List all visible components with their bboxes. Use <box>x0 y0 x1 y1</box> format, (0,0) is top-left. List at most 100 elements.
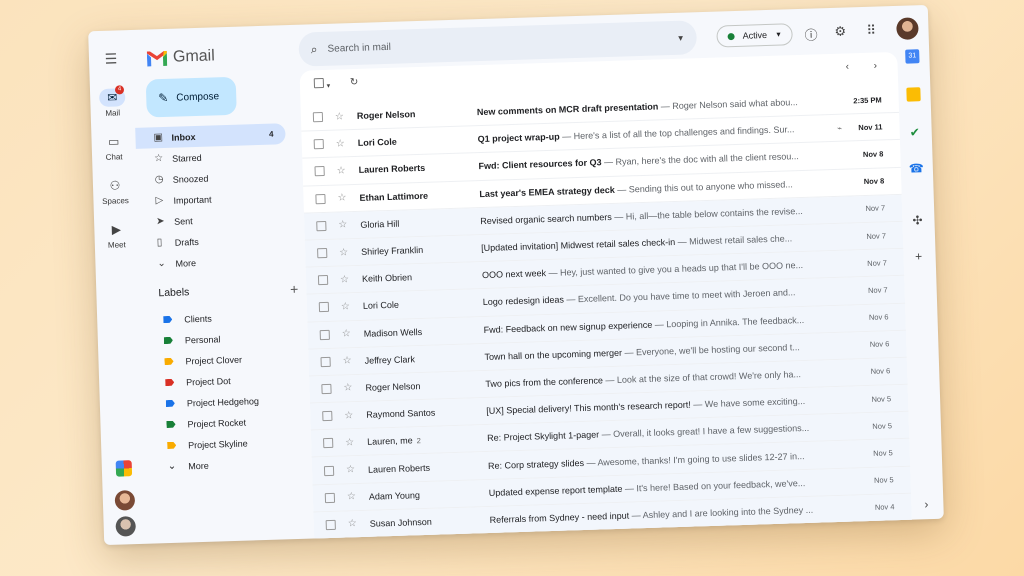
row-checkbox[interactable] <box>312 112 324 123</box>
email-sender: Susan Johnson <box>369 516 432 529</box>
star-icon[interactable]: ☆ <box>343 383 355 394</box>
star-icon[interactable]: ☆ <box>336 165 348 176</box>
gmail-logo-icon <box>146 50 168 66</box>
rail-mail[interactable]: ✉ 4 Mail <box>90 85 135 118</box>
row-checkbox[interactable] <box>324 492 336 503</box>
row-checkbox[interactable] <box>317 247 328 259</box>
email-date: Nov 6 <box>868 312 889 323</box>
email-content: OOO next week — Hey, just wanted to give… <box>482 259 837 280</box>
email-subject: OOO next week <box>481 268 547 281</box>
row-checkbox[interactable] <box>317 275 329 286</box>
email-snippet: — Everyone, we'll be hosting our second … <box>621 341 800 358</box>
puzzle-icon[interactable]: ✣ <box>910 213 924 227</box>
row-checkbox[interactable] <box>318 302 330 313</box>
refresh-icon[interactable]: ↻ <box>350 77 359 88</box>
star-icon[interactable]: ☆ <box>345 437 357 448</box>
gmail-logo[interactable]: Gmail <box>146 45 215 69</box>
calendar-icon[interactable]: 31 <box>905 49 920 64</box>
email-sender: Shirley Franklin <box>361 244 424 257</box>
star-icon[interactable]: ☆ <box>341 301 353 312</box>
email-subject: Fwd: Feedback on new signup experience <box>483 319 653 335</box>
add-label-icon[interactable]: + <box>290 281 299 297</box>
row-checkbox[interactable] <box>323 438 334 449</box>
rail-meet-label: Meet <box>107 240 126 250</box>
label-name: Project Dot <box>186 375 231 387</box>
select-all-checkbox[interactable]: ▾ <box>313 77 331 92</box>
expand-panel-icon[interactable]: › <box>919 497 933 511</box>
status-selector[interactable]: Active ▼ <box>716 23 793 48</box>
contact-avatar-2[interactable] <box>115 516 137 537</box>
row-checkbox[interactable] <box>314 166 325 177</box>
email-date: Nov 8 <box>862 149 884 160</box>
star-icon[interactable]: ☆ <box>348 518 360 530</box>
row-checkbox[interactable] <box>321 383 332 395</box>
search-input[interactable]: Search in mail <box>327 41 391 54</box>
prev-page-icon[interactable]: ‹ <box>845 61 849 72</box>
star-icon[interactable]: ☆ <box>336 138 348 149</box>
email-sender: Ethan Lattimore <box>359 190 429 203</box>
add-addon-icon[interactable]: + <box>911 249 925 263</box>
star-icon[interactable]: ☆ <box>346 464 358 475</box>
star-icon[interactable]: ☆ <box>342 355 354 366</box>
email-date: Nov 7 <box>866 230 887 241</box>
star-icon[interactable]: ☆ <box>337 192 349 203</box>
spaces-icon: ⚇ <box>109 178 121 193</box>
apps-grid-icon[interactable]: ⠿ <box>866 23 876 39</box>
gear-icon[interactable]: ⚙ <box>834 24 846 40</box>
nav-more[interactable]: ⌄ More <box>139 249 306 275</box>
email-snippet: — Here's a list of all the top challenge… <box>559 124 795 142</box>
next-page-icon[interactable]: › <box>873 61 877 72</box>
status-dot <box>727 32 735 40</box>
row-checkbox[interactable] <box>316 220 327 232</box>
row-checkbox[interactable] <box>320 356 331 367</box>
help-icon[interactable]: ⓘ <box>804 24 818 43</box>
main-menu-button[interactable]: ☰ <box>89 50 134 68</box>
email-sender: Keith Obrien <box>361 272 413 285</box>
search-icon[interactable]: ⌕ <box>311 42 318 57</box>
labels-more[interactable]: ⌄ More <box>146 452 313 478</box>
keep-icon[interactable] <box>906 87 921 102</box>
star-icon[interactable]: ☆ <box>347 491 359 502</box>
rail-chat[interactable]: ▭ Chat <box>91 132 136 162</box>
email-snippet: — It's here! Based on your feedback, we'… <box>622 477 806 494</box>
email-content: Fwd: Feedback on new signup experience —… <box>483 313 839 335</box>
search-options-icon[interactable]: ▼ <box>677 33 685 42</box>
star-icon[interactable]: ☆ <box>339 247 351 258</box>
row-checkbox[interactable] <box>315 193 326 204</box>
tasks-icon[interactable]: ✔ <box>908 125 922 139</box>
email-subject: Q1 project wrap-up <box>477 131 560 145</box>
email-content: Referrals from Sydney - need input — Ash… <box>490 504 845 525</box>
workspace-icon[interactable] <box>115 460 133 477</box>
star-icon[interactable]: ☆ <box>340 274 352 285</box>
row-checkbox[interactable] <box>322 410 333 422</box>
label-name: Personal <box>184 333 221 345</box>
email-subject: Re: Corp strategy slides <box>487 457 585 471</box>
compose-button[interactable]: ✎ Compose <box>145 76 237 118</box>
star-icon: ☆ <box>153 153 164 165</box>
star-icon[interactable]: ☆ <box>344 410 356 421</box>
label-tag-icon <box>166 421 175 428</box>
account-avatar[interactable] <box>896 17 919 40</box>
star-icon[interactable]: ☆ <box>335 111 347 122</box>
row-checkbox[interactable] <box>313 139 324 150</box>
draft-icon: ▯ <box>156 237 163 249</box>
rail-meet[interactable]: ▶ Meet <box>94 220 139 250</box>
pencil-icon: ✎ <box>158 90 169 106</box>
row-checkbox[interactable] <box>319 329 330 340</box>
email-content: New comments on MCR draft presentation —… <box>477 96 832 117</box>
email-snippet: — Excellent. Do you have time to meet wi… <box>563 287 796 305</box>
email-date: Nov 6 <box>869 339 890 350</box>
star-icon[interactable]: ☆ <box>342 328 354 339</box>
email-content: Town hall on the upcoming merger — Every… <box>484 341 839 362</box>
row-checkbox[interactable] <box>323 465 335 476</box>
inbox-count: 4 <box>268 129 274 139</box>
contact-avatar-1[interactable] <box>114 490 136 511</box>
contacts-icon[interactable]: ☎ <box>909 161 924 175</box>
rail-spaces[interactable]: ⚇ Spaces <box>93 176 138 206</box>
sidebar: Gmail ✎ Compose ▣ Inbox 4 ☆ Starred ◷ Snooze… <box>132 25 314 544</box>
email-snippet: — Ashley and I are looking into the Sydn… <box>629 504 814 521</box>
email-subject: Two pics from the conference <box>485 375 604 389</box>
email-content: Updated expense report template — It's h… <box>489 477 844 498</box>
row-checkbox[interactable] <box>325 519 336 531</box>
star-icon[interactable]: ☆ <box>338 220 350 231</box>
